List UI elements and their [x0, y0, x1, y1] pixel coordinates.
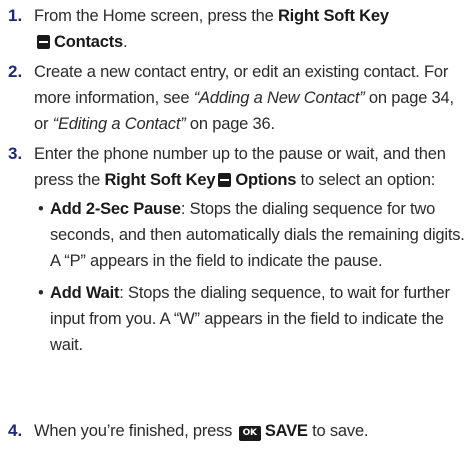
step-number: 2.	[8, 62, 23, 81]
step-text: From the Home screen, press the Right So…	[34, 3, 464, 55]
step-1: 1. From the Home screen, press the Right…	[0, 3, 473, 55]
step-3: 3. Enter the phone number up to the paus…	[0, 141, 473, 358]
step-text-part: .	[123, 33, 128, 51]
step-4: 4. When you’re finished, press OK SAVE to…	[0, 418, 473, 444]
bullet-icon: •	[38, 284, 44, 302]
instructions-page: 1. From the Home screen, press the Right…	[0, 0, 473, 451]
options-action: Options	[235, 171, 297, 189]
contacts-action: Contacts	[54, 33, 123, 51]
step-2: 2. Create a new contact entry, or edit a…	[0, 59, 473, 137]
bullet-label: Add Wait	[50, 284, 120, 302]
soft-key-name: Right Soft Key	[277, 7, 389, 25]
cross-reference-adding-contact: “Adding a New Contact”	[193, 89, 365, 107]
soft-key-name: Right Soft Key	[104, 171, 216, 189]
bullet-item: • Add Wait: Stops the dialing sequence, t…	[38, 280, 468, 358]
step-text-part: on page 36.	[185, 115, 275, 133]
step-text-part: to select an option:	[296, 171, 436, 189]
step-text: Enter the phone number up to the pause o…	[34, 141, 464, 193]
step-number: 3.	[8, 144, 23, 163]
step-text-part: When you’re finished, press	[34, 422, 237, 440]
bullet-item: • Add 2-Sec Pause: Stops the dialing sequ…	[38, 196, 468, 274]
bullet-label: Add 2-Sec Pause	[50, 200, 181, 218]
step-text: When you’re finished, press OK SAVE to sa…	[34, 418, 464, 444]
step-text-part: From the Home screen, press the	[34, 7, 278, 25]
step-number: 1.	[8, 6, 23, 25]
save-action: SAVE	[264, 422, 308, 440]
right-soft-key-icon	[37, 35, 50, 49]
step-number: 4.	[8, 421, 23, 440]
step-text-part: to save.	[307, 422, 369, 440]
bullet-icon: •	[38, 200, 44, 218]
step-text: Create a new contact entry, or edit an e…	[34, 59, 464, 137]
cross-reference-editing-contact: “Editing a Contact”	[52, 115, 186, 133]
ok-key-icon: OK	[238, 426, 261, 441]
right-soft-key-icon	[218, 173, 232, 187]
